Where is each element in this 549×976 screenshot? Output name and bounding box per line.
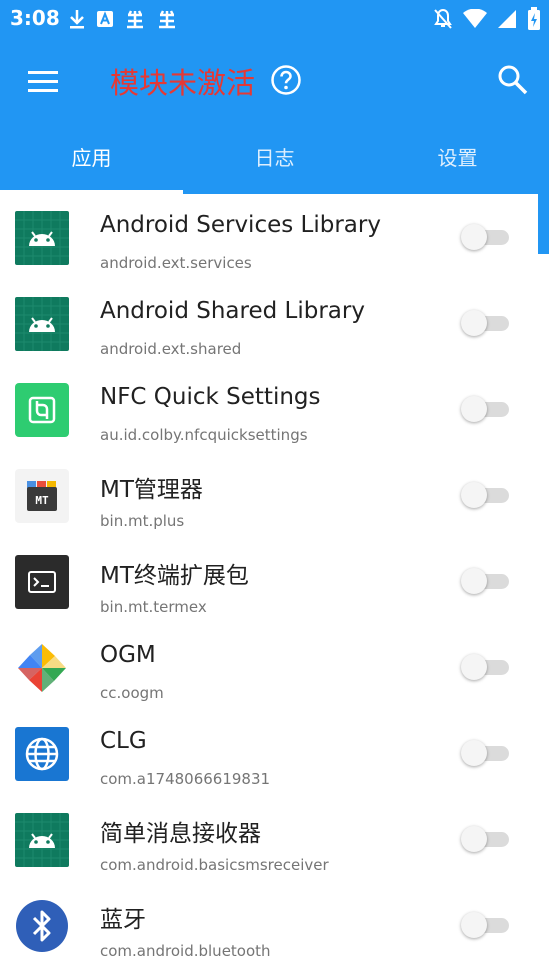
search-icon [498, 65, 528, 95]
module-toggle[interactable] [461, 395, 509, 423]
module-toggle[interactable] [461, 481, 509, 509]
app-name: Android Services Library [100, 212, 381, 238]
module-toggle[interactable] [461, 653, 509, 681]
app-bar: 3:08 模块未激活 应用 日志 设置 [0, 0, 549, 194]
help-icon [271, 65, 301, 95]
wifi-icon [463, 9, 487, 28]
scrollbar[interactable] [538, 194, 549, 254]
toolbar: 模块未激活 [0, 48, 549, 112]
font-a-icon [97, 11, 113, 27]
module-toggle[interactable] [461, 739, 509, 767]
tab-apps[interactable]: 应用 [0, 126, 183, 190]
tab-logs[interactable]: 日志 [183, 126, 366, 190]
android-icon [15, 297, 69, 351]
download-icon [70, 10, 84, 29]
app-name: MT终端扩展包 [100, 563, 249, 589]
app-name: CLG [100, 728, 147, 754]
app-name: NFC Quick Settings [100, 384, 321, 410]
list-item[interactable]: OGM cc.oogm [0, 624, 549, 710]
app-package: com.a1748066619831 [100, 770, 271, 788]
app-name: MT管理器 [100, 477, 203, 503]
app-package: com.android.bluetooth [100, 942, 271, 960]
app-list: Android Services Library android.ext.ser… [0, 194, 549, 976]
list-item[interactable]: Android Shared Library android.ext.share… [0, 280, 549, 366]
app-package: android.ext.services [100, 254, 252, 272]
signal-icon [498, 10, 516, 28]
menu-button[interactable] [22, 62, 62, 98]
list-item[interactable]: MT MT管理器 bin.mt.plus [0, 452, 549, 538]
pinwheel-icon [15, 641, 69, 695]
bug-icon [127, 10, 143, 29]
app-name: OGM [100, 642, 156, 668]
list-item[interactable]: MT终端扩展包 bin.mt.termex [0, 538, 549, 624]
help-button[interactable] [270, 64, 302, 96]
app-package: android.ext.shared [100, 340, 242, 358]
module-toggle[interactable] [461, 567, 509, 595]
app-name: 简单消息接收器 [100, 821, 261, 847]
list-item[interactable]: CLG com.a1748066619831 [0, 710, 549, 796]
tab-bar: 应用 日志 设置 [0, 126, 549, 194]
mt-manager-icon: MT [15, 469, 69, 523]
status-system-icons [433, 6, 541, 32]
tab-settings[interactable]: 设置 [366, 126, 549, 190]
bluetooth-icon [15, 899, 69, 953]
nfc-icon [15, 383, 69, 437]
app-package: bin.mt.termex [100, 598, 207, 616]
battery-charging-icon [528, 7, 540, 30]
list-item[interactable]: 简单消息接收器 com.android.basicsmsreceiver [0, 796, 549, 882]
app-package: au.id.colby.nfcquicksettings [100, 426, 308, 444]
terminal-icon [15, 555, 69, 609]
app-package: bin.mt.plus [100, 512, 185, 530]
page-title: 模块未激活 [110, 66, 256, 100]
svg-text:MT: MT [35, 494, 49, 507]
status-notification-icons [68, 6, 178, 32]
list-item[interactable]: Android Services Library android.ext.ser… [0, 194, 549, 280]
globe-icon [15, 727, 69, 781]
status-time: 3:08 [10, 6, 60, 30]
list-item[interactable]: 蓝牙 com.android.bluetooth [0, 882, 549, 968]
module-toggle[interactable] [461, 309, 509, 337]
status-bar: 3:08 [0, 0, 549, 38]
android-icon [15, 813, 69, 867]
hamburger-menu-icon [28, 71, 58, 92]
app-name: Android Shared Library [100, 298, 365, 324]
app-name: 蓝牙 [100, 907, 146, 933]
app-package: com.android.basicsmsreceiver [100, 856, 329, 874]
module-toggle[interactable] [461, 223, 509, 251]
android-icon [15, 211, 69, 265]
bug-icon [159, 10, 175, 29]
list-item[interactable]: NFC Quick Settings au.id.colby.nfcquicks… [0, 366, 549, 452]
app-package: cc.oogm [100, 684, 164, 702]
module-toggle[interactable] [461, 911, 509, 939]
notifications-off-icon [434, 8, 452, 29]
module-toggle[interactable] [461, 825, 509, 853]
search-button[interactable] [495, 62, 531, 98]
